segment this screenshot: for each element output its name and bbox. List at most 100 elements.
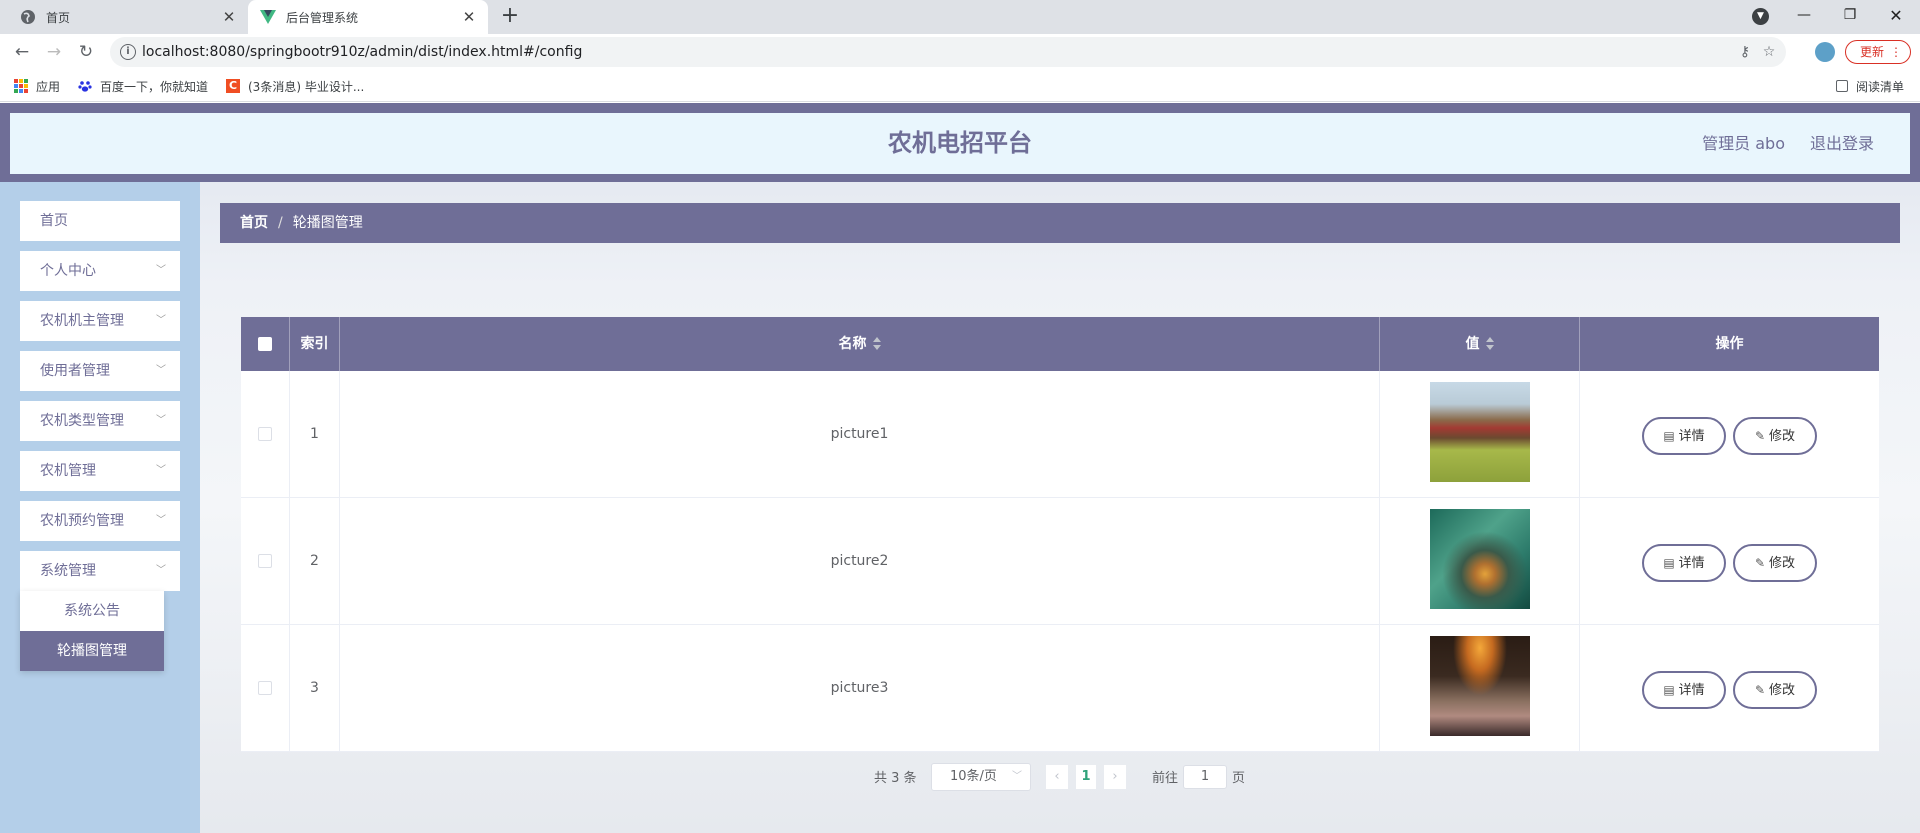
detail-label: 详情 <box>1678 556 1705 571</box>
sidebar-item-profile[interactable]: 个人中心 ﹀ <box>20 251 180 291</box>
chevron-down-icon: ﹀ <box>156 365 166 376</box>
breadcrumb-home[interactable]: 首页 <box>240 215 268 231</box>
browser-toolbar: ← → ↻ i localhost:8080/springbootr910z/a… <box>0 34 1920 70</box>
goto-suffix: 页 <box>1232 771 1246 786</box>
breadcrumb-current: 轮播图管理 <box>292 215 363 231</box>
goto-prefix: 前往 <box>1152 771 1179 786</box>
sidebar-item-machine-types[interactable]: 农机类型管理 ﹀ <box>20 401 180 441</box>
reload-icon[interactable]: ↻ <box>74 40 98 64</box>
bookmark-csdn[interactable]: C (3条消息) 毕业设计... <box>226 70 364 102</box>
table-row: 3 picture3 ▤ 详情 ✎ 修改 <box>241 625 1879 752</box>
sort-icon[interactable] <box>1485 337 1494 351</box>
url-text: localhost:8080/springbootr910z/admin/dis… <box>142 44 583 60</box>
app-root: 农机电招平台 管理员 abo 退出登录 首页 个人中心 ﹀ 农机机主管理 ﹀ 使… <box>0 103 1920 833</box>
chevron-up-icon: ﹀ <box>156 565 166 576</box>
row-value-cell <box>1380 498 1580 625</box>
table-row: 2 picture2 ▤ 详情 ✎ 修改 <box>241 498 1879 625</box>
tab-admin[interactable]: 后台管理系统 ✕ <box>248 0 488 34</box>
page-size-select[interactable]: 10条/页 ﹀ <box>931 763 1031 791</box>
csdn-icon: C <box>226 79 240 93</box>
reading-list[interactable]: 阅读清单 <box>1836 70 1904 102</box>
update-label: 更新 <box>1860 45 1885 59</box>
app-header: 农机电招平台 管理员 abo 退出登录 <box>0 103 1920 182</box>
pencil-icon: ✎ <box>1754 683 1766 697</box>
sidebar-item-reservations[interactable]: 农机预约管理 ﹀ <box>20 501 180 541</box>
menu-icon: ⋮ <box>1890 45 1902 59</box>
header-index: 索引 <box>290 317 340 371</box>
close-icon[interactable]: ✕ <box>220 8 238 26</box>
chevron-down-icon: ﹀ <box>156 265 166 276</box>
document-icon: ▤ <box>1663 556 1675 570</box>
edit-label: 修改 <box>1769 683 1796 698</box>
row-checkbox[interactable] <box>258 681 272 695</box>
tab-home[interactable]: 首页 ✕ <box>8 0 248 34</box>
back-icon[interactable]: ← <box>10 40 34 64</box>
detail-button[interactable]: ▤ 详情 <box>1642 417 1726 455</box>
row-select-cell <box>241 498 290 625</box>
next-page-icon[interactable]: › <box>1104 765 1126 789</box>
forward-icon[interactable]: → <box>42 40 66 64</box>
row-index: 1 <box>290 371 340 498</box>
prev-page-icon[interactable]: ‹ <box>1046 765 1068 789</box>
update-button[interactable]: 更新 ⋮ <box>1845 40 1911 64</box>
detail-button[interactable]: ▤ 详情 <box>1642 671 1726 709</box>
new-tab-button[interactable]: + <box>498 5 522 29</box>
chevron-down-icon: ﹀ <box>156 515 166 526</box>
sidebar-item-machines[interactable]: 农机管理 ﹀ <box>20 451 180 491</box>
select-all-cell <box>241 317 290 371</box>
page-number-current[interactable]: 1 <box>1076 765 1096 789</box>
sidebar-item-users[interactable]: 使用者管理 ﹀ <box>20 351 180 391</box>
header-value[interactable]: 值 <box>1380 317 1580 371</box>
sidebar-item-home[interactable]: 首页 <box>20 201 180 241</box>
chevron-down-icon: ﹀ <box>156 315 166 326</box>
goto-page-input[interactable]: 1 <box>1183 765 1227 789</box>
bookmark-label: 百度一下，你就知道 <box>100 79 209 94</box>
bookmark-baidu[interactable]: 百度一下，你就知道 <box>78 70 208 102</box>
apps-grid-icon <box>14 79 28 93</box>
window-close-icon[interactable]: ✕ <box>1882 0 1910 30</box>
header-name[interactable]: 名称 <box>340 317 1380 371</box>
profile-avatar[interactable] <box>1815 42 1835 62</box>
bookmarks-bar: 应用 百度一下，你就知道 C (3条消息) 毕业设计... 阅读清单 <box>0 70 1920 102</box>
pencil-icon: ✎ <box>1754 429 1766 443</box>
site-info-icon[interactable]: i <box>120 44 136 60</box>
submenu-item-announcements[interactable]: 系统公告 <box>20 591 164 631</box>
table-row: 1 picture1 ▤ 详情 ✎ 修改 <box>241 371 1879 498</box>
detail-label: 详情 <box>1678 429 1705 444</box>
restore-icon[interactable]: ❐ <box>1836 0 1864 30</box>
submenu-item-carousel[interactable]: 轮播图管理 <box>20 631 164 671</box>
header-name-label: 名称 <box>838 336 867 352</box>
sidebar-item-label: 农机管理 <box>40 463 96 479</box>
chevron-down-icon: ﹀ <box>156 465 166 476</box>
address-bar[interactable]: i localhost:8080/springbootr910z/admin/d… <box>110 37 1786 67</box>
sidebar-item-machine-owner[interactable]: 农机机主管理 ﹀ <box>20 301 180 341</box>
page-title: 农机电招平台 <box>888 129 1032 157</box>
chevron-down-icon: ﹀ <box>156 415 166 426</box>
document-icon: ▤ <box>1663 683 1675 697</box>
table-header: 索引 名称 值 操作 <box>241 317 1879 371</box>
bookmark-label: (3条消息) 毕业设计... <box>248 79 365 94</box>
star-icon[interactable]: ☆ <box>1760 43 1778 61</box>
edit-button[interactable]: ✎ 修改 <box>1733 417 1817 455</box>
page-size-value: 10条/页 <box>950 769 997 784</box>
close-icon[interactable]: ✕ <box>460 8 478 26</box>
header-value-label: 值 <box>1465 336 1480 352</box>
detail-button[interactable]: ▤ 详情 <box>1642 544 1726 582</box>
edit-button[interactable]: ✎ 修改 <box>1733 544 1817 582</box>
logout-link[interactable]: 退出登录 <box>1810 113 1874 174</box>
row-checkbox[interactable] <box>258 554 272 568</box>
minimize-icon[interactable]: — <box>1790 0 1818 30</box>
row-value-cell <box>1380 625 1580 752</box>
sidebar-item-system[interactable]: 系统管理 ﹀ <box>20 551 180 591</box>
edit-button[interactable]: ✎ 修改 <box>1733 671 1817 709</box>
bookmark-apps[interactable]: 应用 <box>14 70 60 102</box>
sidebar-item-label: 农机预约管理 <box>40 513 124 529</box>
sort-icon[interactable] <box>872 337 881 351</box>
select-all-checkbox[interactable] <box>258 337 272 351</box>
row-checkbox[interactable] <box>258 427 272 441</box>
tab-search-icon[interactable]: ▼ <box>1752 8 1769 25</box>
key-icon[interactable]: ⚷ <box>1736 43 1754 61</box>
tab-title: 首页 <box>46 10 71 25</box>
row-name: picture3 <box>340 625 1380 752</box>
tab-title: 后台管理系统 <box>286 10 359 25</box>
